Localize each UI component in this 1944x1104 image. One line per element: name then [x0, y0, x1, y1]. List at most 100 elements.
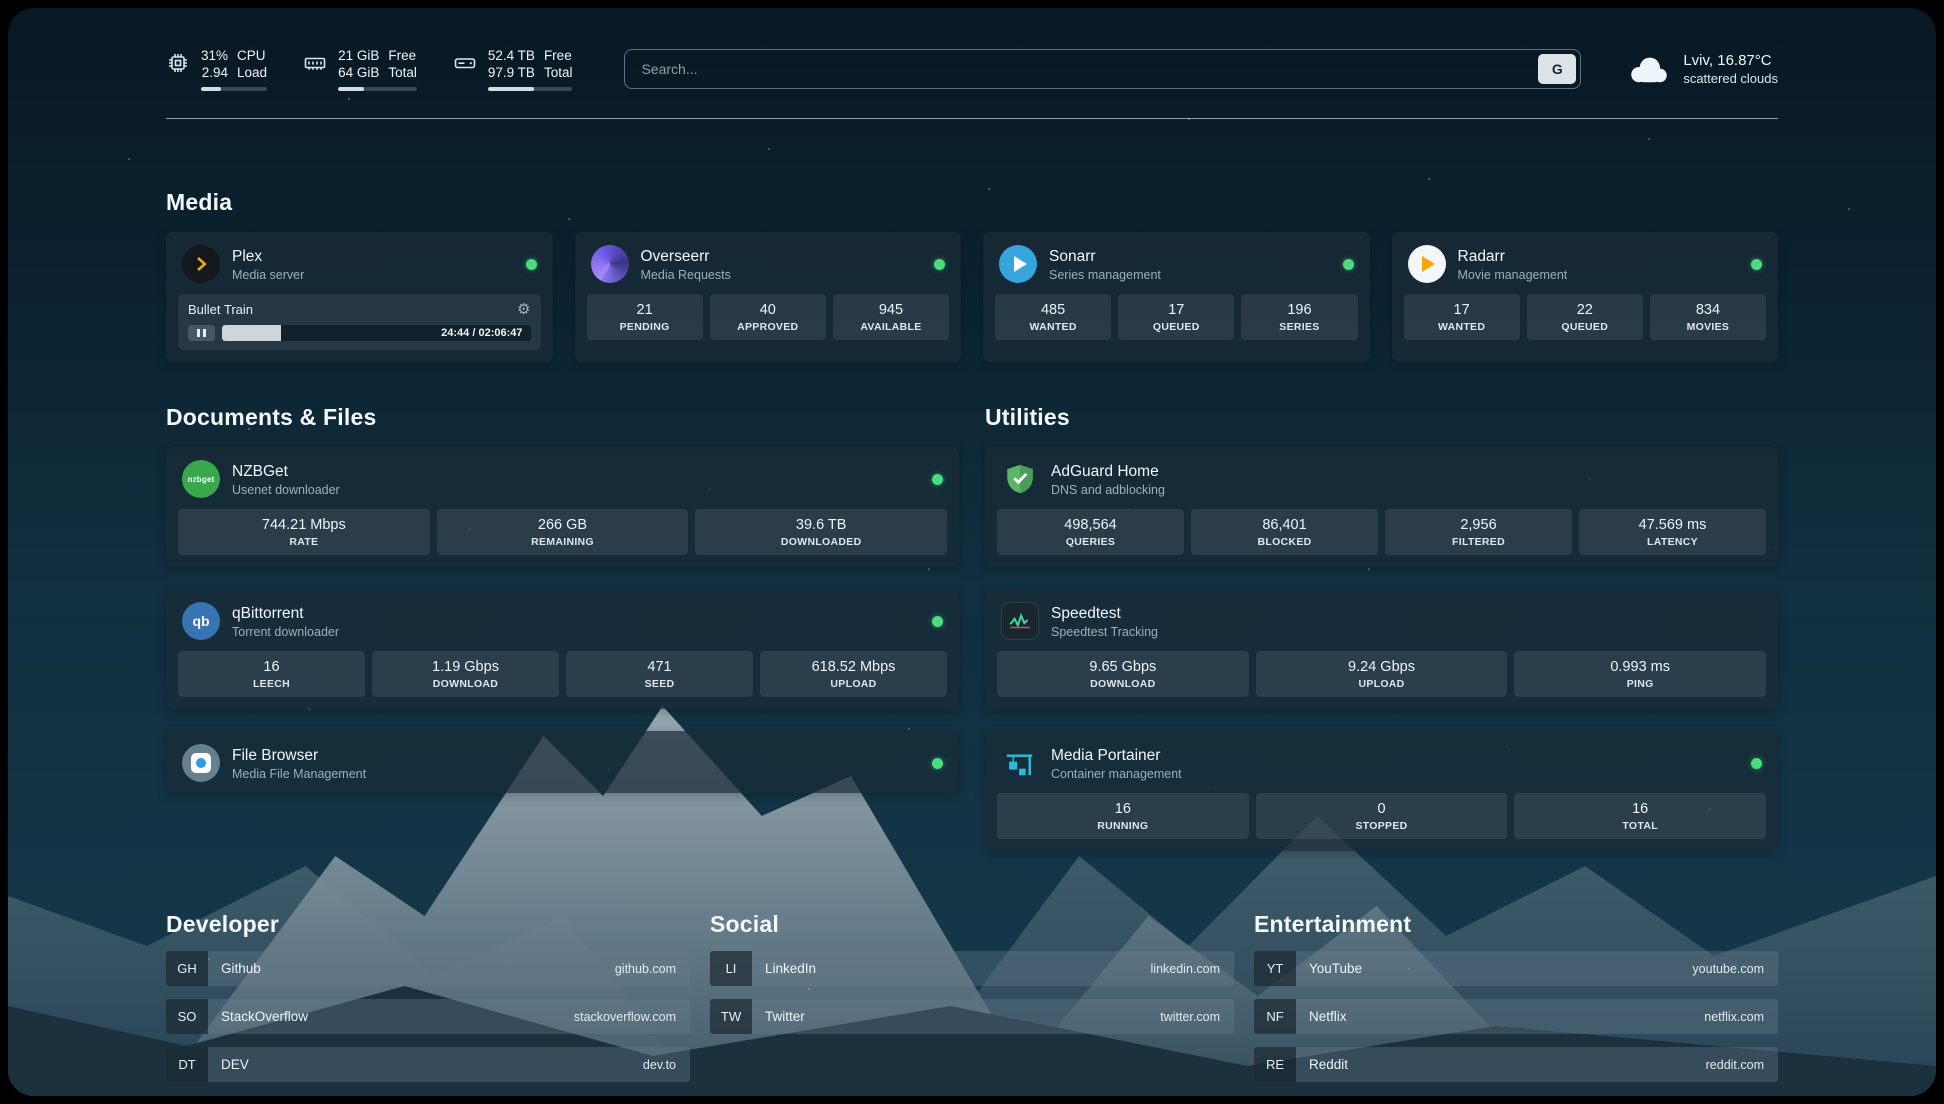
bookmark-twitter[interactable]: TW Twitter twitter.com — [710, 999, 1234, 1034]
stat-queued: 17 QUEUED — [1118, 294, 1234, 340]
stat-rate: 744.21 Mbps RATE — [178, 509, 430, 555]
status-dot — [932, 758, 943, 769]
disk-usage-bar — [488, 87, 573, 91]
search-input[interactable] — [624, 49, 1581, 89]
cpu-chip-icon — [166, 51, 190, 75]
service-subtitle: Media server — [232, 268, 304, 282]
service-card-plex[interactable]: Plex Media server Bullet Train ⚙ — [166, 232, 553, 362]
plex-now-playing: Bullet Train ⚙ 24:44 / 02:06:47 — [178, 294, 541, 350]
plex-icon — [182, 245, 220, 283]
service-card-qbittorrent[interactable]: qb qBittorrent Torrent downloader 16 LEE… — [166, 589, 959, 709]
service-subtitle: Container management — [1051, 767, 1182, 781]
stat-pending: 21 PENDING — [587, 294, 703, 340]
stat-movies: 834 MOVIES — [1650, 294, 1766, 340]
stat-upload: 618.52 Mbps UPLOAD — [760, 651, 947, 697]
service-card-nzbget[interactable]: nzbget NZBGet Usenet downloader 744.21 M… — [166, 447, 959, 567]
service-name: File Browser — [232, 746, 366, 765]
stat-queued: 22 QUEUED — [1527, 294, 1643, 340]
stat-available: 945 AVAILABLE — [833, 294, 949, 340]
service-card-adguard[interactable]: AdGuard Home DNS and adblocking 498,564 … — [985, 447, 1778, 567]
status-dot — [526, 259, 537, 270]
bookmark-github[interactable]: GH Github github.com — [166, 951, 690, 986]
bookmark-abbr: YT — [1254, 951, 1296, 986]
bookmark-netflix[interactable]: NF Netflix netflix.com — [1254, 999, 1778, 1034]
cpu-percent: 31% — [201, 47, 228, 64]
radarr-icon — [1408, 245, 1446, 283]
service-name: AdGuard Home — [1051, 462, 1165, 481]
cpu-load-label: Load — [237, 64, 267, 81]
service-name: Media Portainer — [1051, 746, 1182, 765]
service-card-speedtest[interactable]: Speedtest Speedtest Tracking 9.65 Gbps D… — [985, 589, 1778, 709]
filebrowser-icon — [182, 744, 220, 782]
speedtest-icon — [1001, 602, 1039, 640]
topbar-divider — [166, 118, 1778, 119]
disk-free: 52.4 TB — [488, 47, 535, 64]
status-dot — [932, 474, 943, 485]
service-card-portainer[interactable]: Media Portainer Container management 16 … — [985, 731, 1778, 851]
search-bar: G — [624, 49, 1581, 89]
weather-widget[interactable]: Lviv, 16.87°C scattered clouds — [1627, 52, 1778, 86]
stat-ping: 0.993 ms PING — [1514, 651, 1766, 697]
stat-download: 1.19 Gbps DOWNLOAD — [372, 651, 559, 697]
bookmark-youtube[interactable]: YT YouTube youtube.com — [1254, 951, 1778, 986]
stat-stopped: 0 STOPPED — [1256, 793, 1508, 839]
playback-progress-bar[interactable]: 24:44 / 02:06:47 — [222, 325, 531, 341]
nzbget-icon: nzbget — [182, 460, 220, 498]
service-card-radarr[interactable]: Radarr Movie management 17 WANTED 22 QUE… — [1392, 232, 1779, 362]
stat-remaining: 266 GB REMAINING — [437, 509, 689, 555]
bookmark-abbr: SO — [166, 999, 208, 1034]
cpu-label: CPU — [237, 47, 267, 64]
documents-column: Documents & Files nzbget NZBGet Usenet d… — [166, 404, 959, 793]
status-dot — [1343, 259, 1354, 270]
disk-free-label: Free — [544, 47, 573, 64]
cloud-icon — [1627, 54, 1671, 85]
overseerr-icon — [591, 245, 629, 283]
stat-wanted: 485 WANTED — [995, 294, 1111, 340]
memory-total: 64 GiB — [338, 64, 379, 81]
section-title-documents: Documents & Files — [166, 404, 959, 431]
service-subtitle: Series management — [1049, 268, 1161, 282]
memory-widget: 21 GiB 64 GiB Free Total — [303, 47, 417, 91]
now-playing-title: Bullet Train — [188, 302, 253, 317]
bookmark-linkedin[interactable]: LI LinkedIn linkedin.com — [710, 951, 1234, 986]
service-card-sonarr[interactable]: Sonarr Series management 485 WANTED 17 Q… — [983, 232, 1370, 362]
service-name: Radarr — [1458, 247, 1568, 266]
social-column: Social LI LinkedIn linkedin.com TW Twitt… — [710, 911, 1234, 1034]
bookmark-dev[interactable]: DT DEV dev.to — [166, 1047, 690, 1082]
bookmark-stackoverflow[interactable]: SO StackOverflow stackoverflow.com — [166, 999, 690, 1034]
service-name: NZBGet — [232, 462, 340, 481]
stat-running: 16 RUNNING — [997, 793, 1249, 839]
topbar: 31% 2.94 CPU Load — [166, 44, 1778, 94]
section-title-developer: Developer — [166, 911, 690, 938]
cpu-usage-bar — [201, 87, 267, 91]
status-dot — [932, 616, 943, 627]
service-name: Speedtest — [1051, 604, 1158, 623]
playback-time: 24:44 / 02:06:47 — [441, 327, 522, 339]
gear-icon[interactable]: ⚙ — [517, 302, 530, 317]
disk-total-label: Total — [544, 64, 573, 81]
weather-condition: scattered clouds — [1683, 71, 1778, 86]
adguard-shield-icon — [1001, 460, 1039, 498]
memory-usage-bar — [338, 87, 417, 91]
weather-location-temp: Lviv, 16.87°C — [1683, 52, 1778, 69]
cpu-load: 2.94 — [202, 64, 228, 81]
system-stats: 31% 2.94 CPU Load — [166, 47, 572, 91]
pause-button[interactable] — [188, 325, 215, 341]
stat-total: 16 TOTAL — [1514, 793, 1766, 839]
memory-free: 21 GiB — [338, 47, 379, 64]
hard-drive-icon — [453, 51, 477, 75]
search-engine-button[interactable]: G — [1538, 54, 1576, 84]
bookmark-abbr: GH — [166, 951, 208, 986]
service-card-overseerr[interactable]: Overseerr Media Requests 21 PENDING 40 A… — [575, 232, 962, 362]
service-name: qBittorrent — [232, 604, 339, 623]
service-subtitle: Media Requests — [641, 268, 731, 282]
service-name: Plex — [232, 247, 304, 266]
bookmark-abbr: NF — [1254, 999, 1296, 1034]
stat-seed: 471 SEED — [566, 651, 753, 697]
memory-free-label: Free — [388, 47, 417, 64]
window-frame: 31% 2.94 CPU Load — [0, 0, 1944, 1104]
service-card-filebrowser[interactable]: File Browser Media File Management — [166, 731, 959, 793]
service-name: Sonarr — [1049, 247, 1161, 266]
utilities-column: Utilities Ad — [985, 404, 1778, 851]
bookmark-reddit[interactable]: RE Reddit reddit.com — [1254, 1047, 1778, 1082]
